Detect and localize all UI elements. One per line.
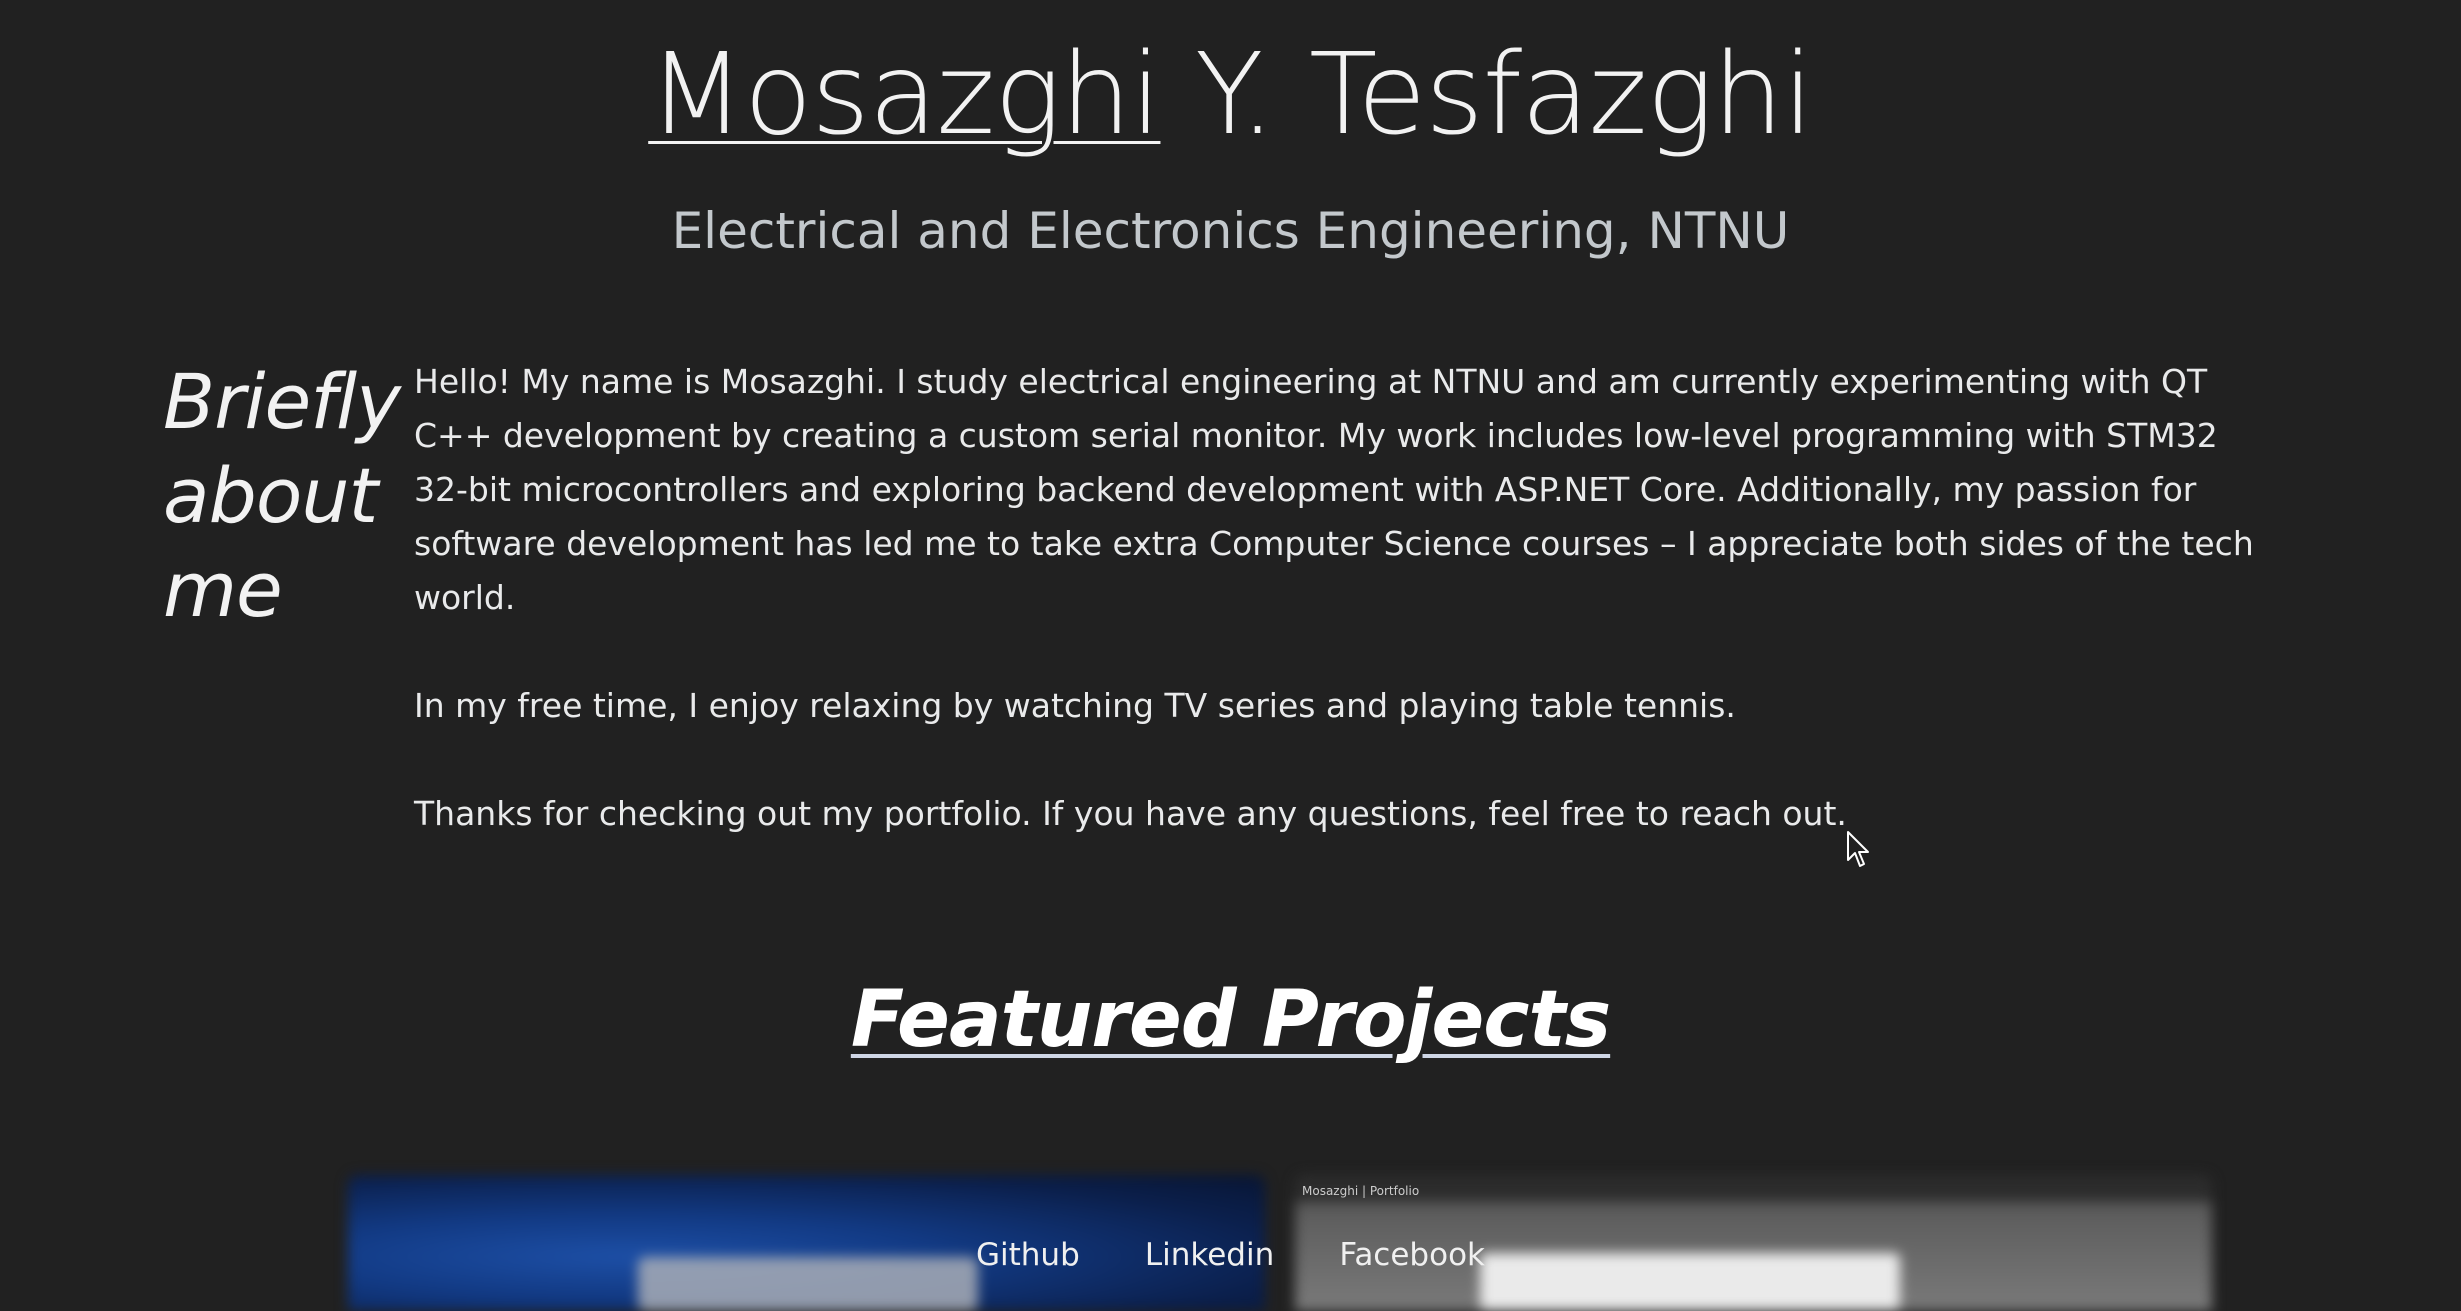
page-title: Mosazghi Y. Tesfazghi: [0, 20, 2461, 170]
about-heading: Briefly about me: [163, 357, 401, 634]
page-subtitle: Electrical and Electronics Engineering, …: [671, 202, 1790, 260]
about-body: Hello! My name is Mosazghi. I study elec…: [414, 355, 2264, 895]
linkedin-link[interactable]: Linkedin: [1145, 1230, 1274, 1280]
about-paragraph-thanks: Thanks for checking out my portfolio. If…: [414, 794, 1847, 833]
featured-projects-heading: Featured Projects: [850, 975, 1611, 1065]
footer-nav: Github Linkedin Facebook: [0, 1230, 2461, 1280]
project-card-2-browser-bar: [1295, 1175, 2212, 1201]
name-rest: Y. Tesfazghi: [1160, 30, 1814, 160]
mouse-pointer-icon: [1847, 831, 1869, 867]
page-header: Mosazghi Y. Tesfazghi: [0, 20, 2461, 170]
github-link[interactable]: Github: [976, 1230, 1080, 1280]
about-paragraph-hobbies: In my free time, I enjoy relaxing by wat…: [414, 686, 1736, 725]
browser-tab-label: Mosazghi | Portfolio: [1302, 1184, 1420, 1198]
facebook-link[interactable]: Facebook: [1339, 1230, 1485, 1280]
about-paragraph-intro: Hello! My name is Mosazghi. I study elec…: [414, 362, 2254, 617]
name-first-link[interactable]: Mosazghi: [648, 30, 1161, 160]
portfolio-page: Mosazghi Y. Tesfazghi Electrical and Ele…: [0, 0, 2461, 1311]
